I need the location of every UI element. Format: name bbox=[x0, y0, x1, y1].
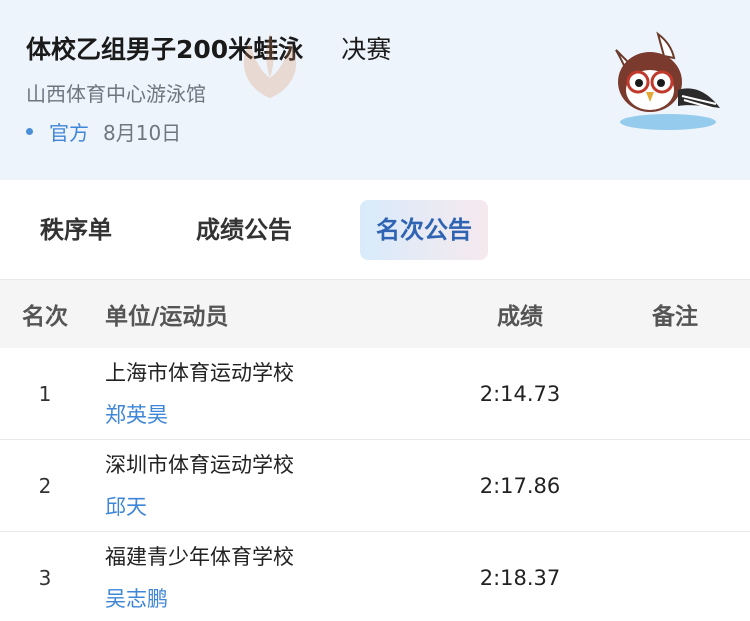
unit-name: 福建青少年体育学校 bbox=[105, 544, 294, 569]
table-row: 3 福建青少年体育学校 吴志鹏 2:18.37 bbox=[0, 532, 750, 621]
tab-order-list[interactable]: 秩序单 bbox=[24, 200, 128, 260]
mascot-bird-icon bbox=[615, 31, 720, 130]
tab-ranking-notice[interactable]: 名次公告 bbox=[360, 199, 488, 260]
unit-athlete-cell: 深圳市体育运动学校 邱天 bbox=[90, 450, 440, 522]
games-emblem-watermark-icon bbox=[243, 33, 297, 98]
unit-athlete-cell: 上海市体育运动学校 郑英昊 bbox=[90, 358, 440, 430]
rank-cell: 3 bbox=[38, 565, 52, 590]
date-label: 8月10日 bbox=[103, 121, 182, 145]
source-label[interactable]: 官方 bbox=[49, 117, 89, 146]
athlete-link[interactable]: 郑英昊 bbox=[105, 400, 440, 430]
source-dot-icon bbox=[26, 128, 33, 135]
tab-bar: 秩序单 成绩公告 名次公告 bbox=[0, 180, 750, 280]
unit-athlete-cell: 福建青少年体育学校 吴志鹏 bbox=[90, 542, 440, 614]
unit-name: 深圳市体育运动学校 bbox=[105, 452, 294, 477]
athlete-link[interactable]: 吴志鹏 bbox=[105, 584, 440, 614]
event-header: 体校乙组男子200米蛙泳 决赛 山西体育中心游泳馆 官方 8月10日 bbox=[0, 0, 750, 180]
header-note: 备注 bbox=[652, 304, 698, 330]
table-header: 名次 单位/运动员 成绩 备注 bbox=[0, 280, 750, 348]
table-row: 2 深圳市体育运动学校 邱天 2:17.86 bbox=[0, 440, 750, 532]
header-unit-athlete: 单位/运动员 bbox=[105, 304, 229, 330]
header-rank: 名次 bbox=[22, 304, 68, 330]
table-row: 1 上海市体育运动学校 郑英昊 2:14.73 bbox=[0, 348, 750, 440]
event-stage: 决赛 bbox=[341, 35, 392, 64]
athlete-link[interactable]: 邱天 bbox=[105, 492, 440, 522]
rank-cell: 2 bbox=[38, 473, 52, 498]
header-score: 成绩 bbox=[497, 304, 543, 330]
score-cell: 2:14.73 bbox=[479, 381, 561, 406]
unit-name: 上海市体育运动学校 bbox=[105, 360, 294, 385]
rank-cell: 1 bbox=[38, 381, 52, 406]
score-cell: 2:17.86 bbox=[479, 473, 561, 498]
score-cell: 2:18.37 bbox=[479, 565, 561, 590]
tab-results-notice[interactable]: 成绩公告 bbox=[180, 200, 308, 260]
